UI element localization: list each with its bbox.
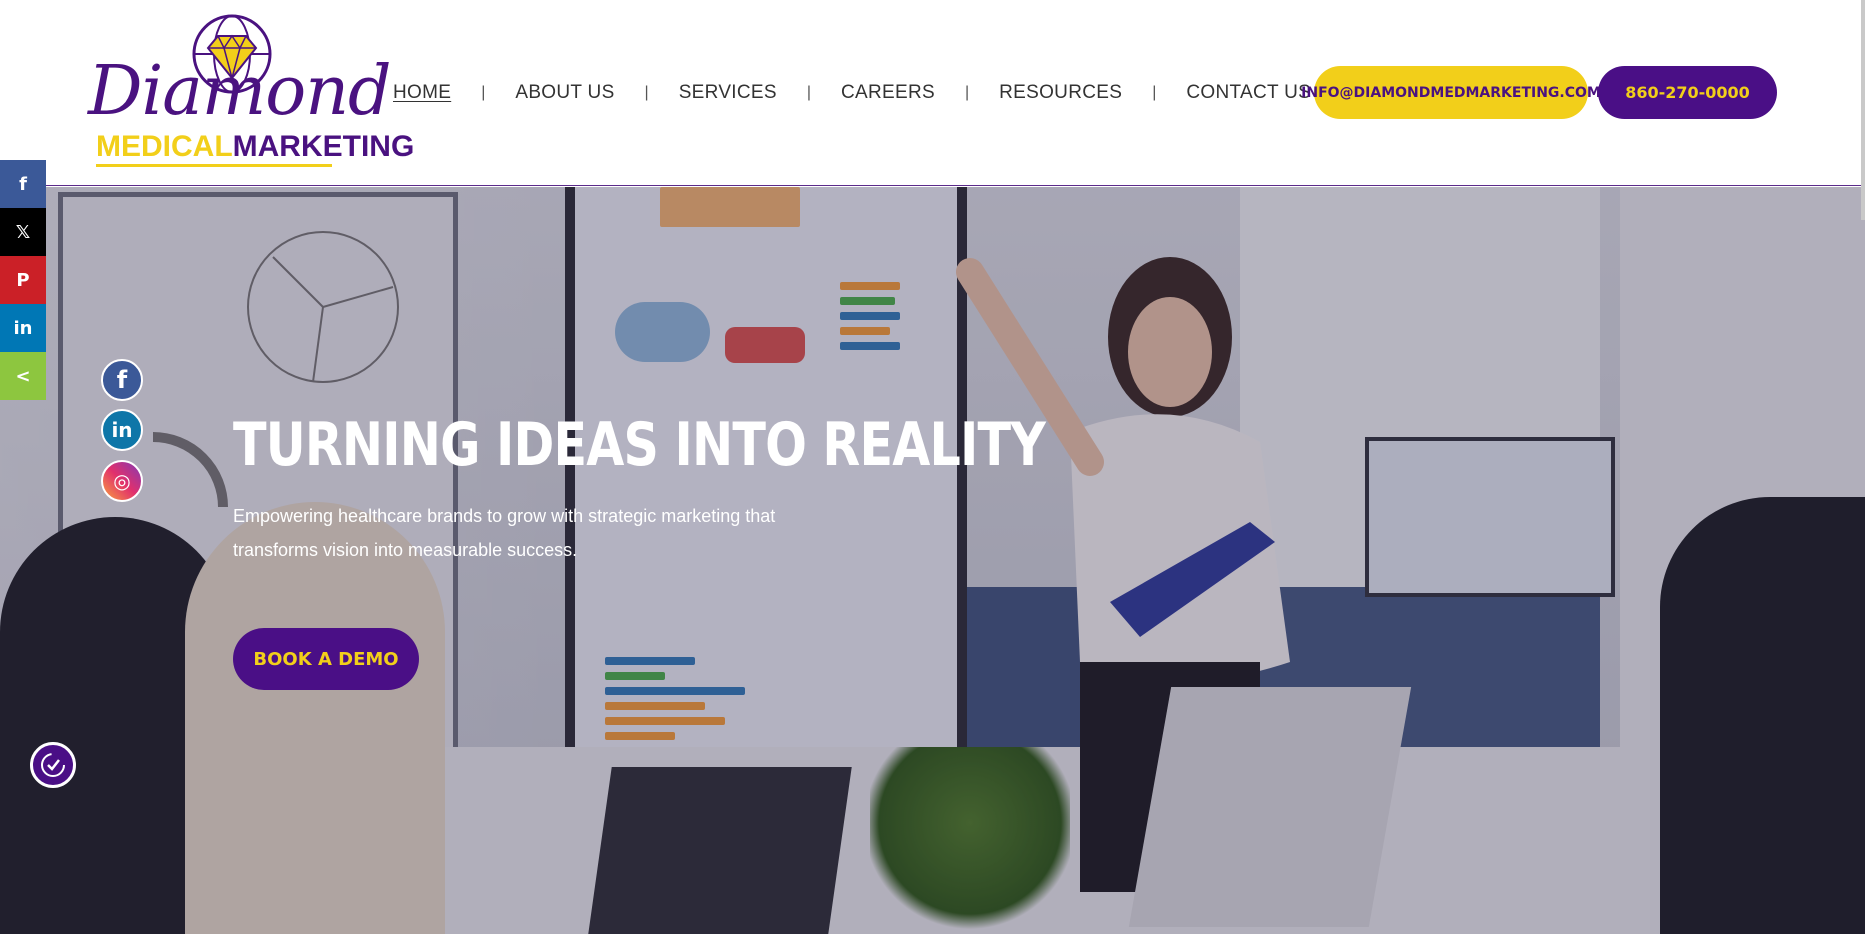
nav-resources[interactable]: RESOURCES [999, 82, 1122, 104]
nav-separator: | [1152, 84, 1157, 101]
hero-description: Empowering healthcare brands to grow wit… [233, 506, 776, 560]
email-button[interactable]: INFO@DIAMONDMEDMARKETING.COM [1301, 66, 1601, 119]
hero-title: TURNING IDEAS INTO REALITY [233, 410, 1046, 480]
nav-home[interactable]: HOME [393, 82, 451, 104]
site-header: Diamond MEDICALMARKETING HOME | ABOUT US… [0, 0, 1865, 186]
share-sidebar: f 𝕏 P in < [0, 160, 46, 400]
logo-marketing: MARKETING [232, 130, 415, 163]
nav-contact-us[interactable]: CONTACT US [1186, 82, 1311, 104]
page-bottom-strip [0, 934, 1865, 945]
main-nav: HOME | ABOUT US | SERVICES | CAREERS | R… [393, 78, 1311, 108]
share-linkedin-icon[interactable]: in [0, 304, 46, 352]
scrollbar[interactable] [1861, 0, 1865, 220]
hero-content: TURNING IDEAS INTO REALITY Empowering he… [233, 410, 1046, 567]
share-x-icon[interactable]: 𝕏 [0, 208, 46, 256]
nav-separator: | [964, 84, 970, 101]
linkedin-icon[interactable]: in [101, 409, 143, 451]
nav-separator: | [644, 84, 649, 101]
nav-about-us[interactable]: ABOUT US [515, 82, 614, 104]
hero-section: TURNING IDEAS INTO REALITY Empowering he… [0, 187, 1865, 934]
accessibility-icon[interactable] [30, 742, 76, 788]
share-facebook-icon[interactable]: f [0, 160, 46, 208]
facebook-icon[interactable]: f [101, 359, 143, 401]
share-icon[interactable]: < [0, 352, 46, 400]
nav-separator: | [806, 84, 812, 101]
logo-subtitle: MEDICALMARKETING [96, 132, 414, 162]
share-pinterest-icon[interactable]: P [0, 256, 46, 304]
logo-medical: MEDICAL [96, 130, 233, 163]
nav-careers[interactable]: CAREERS [841, 82, 935, 104]
phone-button[interactable]: 860-270-0000 [1598, 66, 1777, 119]
logo-underline [96, 164, 332, 167]
site-logo[interactable]: Diamond MEDICALMARKETING [88, 14, 414, 170]
instagram-icon[interactable]: ◎ [101, 460, 143, 502]
nav-separator: | [481, 84, 486, 101]
accessibility-glyph-icon [41, 753, 65, 777]
book-demo-button[interactable]: BOOK A DEMO [233, 628, 419, 690]
nav-services[interactable]: SERVICES [679, 82, 777, 104]
logo-wordmark: Diamond [88, 52, 392, 131]
